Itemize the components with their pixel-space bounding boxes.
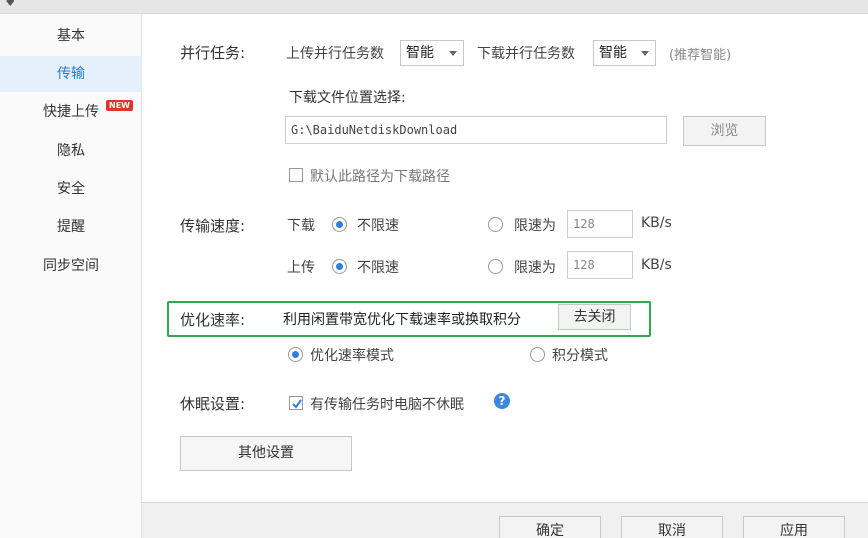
sidebar-item-label: 同步空间 bbox=[43, 258, 99, 274]
upload-limit-radio[interactable] bbox=[488, 259, 503, 274]
check-icon bbox=[292, 399, 302, 409]
default-path-checkbox[interactable] bbox=[289, 168, 303, 182]
sidebar-item-quick-upload[interactable]: 快捷上传 NEW bbox=[0, 94, 142, 130]
recommend-hint: (推荐智能) bbox=[669, 48, 732, 63]
sleep-settings-label: 休眠设置: bbox=[180, 395, 246, 413]
points-mode-label: 积分模式 bbox=[552, 348, 608, 364]
app-icon: ♦ bbox=[4, 0, 17, 10]
sidebar-item-sync-space[interactable]: 同步空间 bbox=[0, 248, 142, 284]
points-mode-radio[interactable] bbox=[530, 347, 545, 362]
chevron-down-icon bbox=[641, 51, 649, 56]
sidebar-item-reminder[interactable]: 提醒 bbox=[0, 209, 142, 245]
sidebar-item-security[interactable]: 安全 bbox=[0, 171, 142, 207]
new-badge: NEW bbox=[106, 100, 133, 111]
download-location-label: 下载文件位置选择: bbox=[289, 90, 406, 106]
ok-button[interactable]: 确定 bbox=[499, 516, 601, 538]
download-limit-unit: KB/s bbox=[641, 215, 672, 231]
download-limit-input[interactable]: 128 bbox=[567, 210, 633, 238]
sidebar-item-label: 快捷上传 bbox=[43, 104, 99, 120]
sidebar-item-privacy[interactable]: 隐私 bbox=[0, 133, 142, 169]
sidebar: 基本 传输 快捷上传 NEW 隐私 安全 提醒 同步空间 bbox=[0, 14, 142, 538]
upload-parallel-select[interactable]: 智能 bbox=[400, 40, 464, 66]
download-unlimited-label: 不限速 bbox=[357, 218, 399, 234]
chevron-down-icon bbox=[449, 51, 457, 56]
sidebar-item-label: 基本 bbox=[57, 28, 85, 44]
title-bar: ♦ bbox=[0, 0, 868, 14]
download-limit-label: 限速为 bbox=[514, 218, 556, 234]
optimize-speed-mode-label: 优化速率模式 bbox=[310, 348, 394, 364]
upload-unlimited-label: 不限速 bbox=[357, 260, 399, 276]
download-unlimited-radio[interactable] bbox=[332, 217, 347, 232]
sidebar-item-label: 提醒 bbox=[57, 219, 85, 235]
question-icon[interactable]: ? bbox=[494, 393, 510, 409]
optimize-speed-mode-radio[interactable] bbox=[288, 347, 303, 362]
sidebar-item-label: 安全 bbox=[57, 181, 85, 197]
settings-panel bbox=[142, 14, 868, 502]
download-parallel-label: 下载并行任务数 bbox=[477, 46, 575, 62]
download-parallel-value: 智能 bbox=[599, 45, 627, 61]
no-sleep-label: 有传输任务时电脑不休眠 bbox=[310, 397, 464, 413]
no-sleep-checkbox[interactable] bbox=[289, 396, 303, 410]
optimize-description: 利用闲置带宽优化下载速率或换取积分 bbox=[283, 312, 521, 328]
download-parallel-select[interactable]: 智能 bbox=[593, 40, 656, 66]
upload-speed-label: 上传 bbox=[287, 260, 315, 276]
sidebar-item-basic[interactable]: 基本 bbox=[0, 18, 142, 54]
upload-limit-label: 限速为 bbox=[514, 260, 556, 276]
upload-limit-unit: KB/s bbox=[641, 257, 672, 273]
optimize-rate-label: 优化速率: bbox=[180, 311, 246, 329]
download-limit-radio[interactable] bbox=[488, 217, 503, 232]
apply-button[interactable]: 应用 bbox=[743, 516, 845, 538]
sidebar-item-label: 隐私 bbox=[57, 143, 85, 159]
download-path-input[interactable]: G:\BaiduNetdiskDownload bbox=[285, 116, 667, 144]
cancel-button[interactable]: 取消 bbox=[621, 516, 723, 538]
sidebar-item-transfer[interactable]: 传输 bbox=[0, 56, 142, 92]
upload-parallel-label: 上传并行任务数 bbox=[286, 46, 384, 62]
transfer-speed-label: 传输速度: bbox=[180, 217, 246, 235]
upload-limit-input[interactable]: 128 bbox=[567, 251, 633, 279]
sidebar-item-label: 传输 bbox=[57, 66, 85, 82]
parallel-tasks-label: 并行任务: bbox=[180, 44, 246, 62]
download-speed-label: 下载 bbox=[287, 218, 315, 234]
browse-button[interactable]: 浏览 bbox=[683, 116, 766, 146]
close-optimize-button[interactable]: 去关闭 bbox=[558, 304, 631, 330]
default-path-label: 默认此路径为下载路径 bbox=[310, 169, 450, 185]
upload-parallel-value: 智能 bbox=[406, 45, 434, 61]
other-settings-button[interactable]: 其他设置 bbox=[180, 436, 352, 471]
upload-unlimited-radio[interactable] bbox=[332, 259, 347, 274]
